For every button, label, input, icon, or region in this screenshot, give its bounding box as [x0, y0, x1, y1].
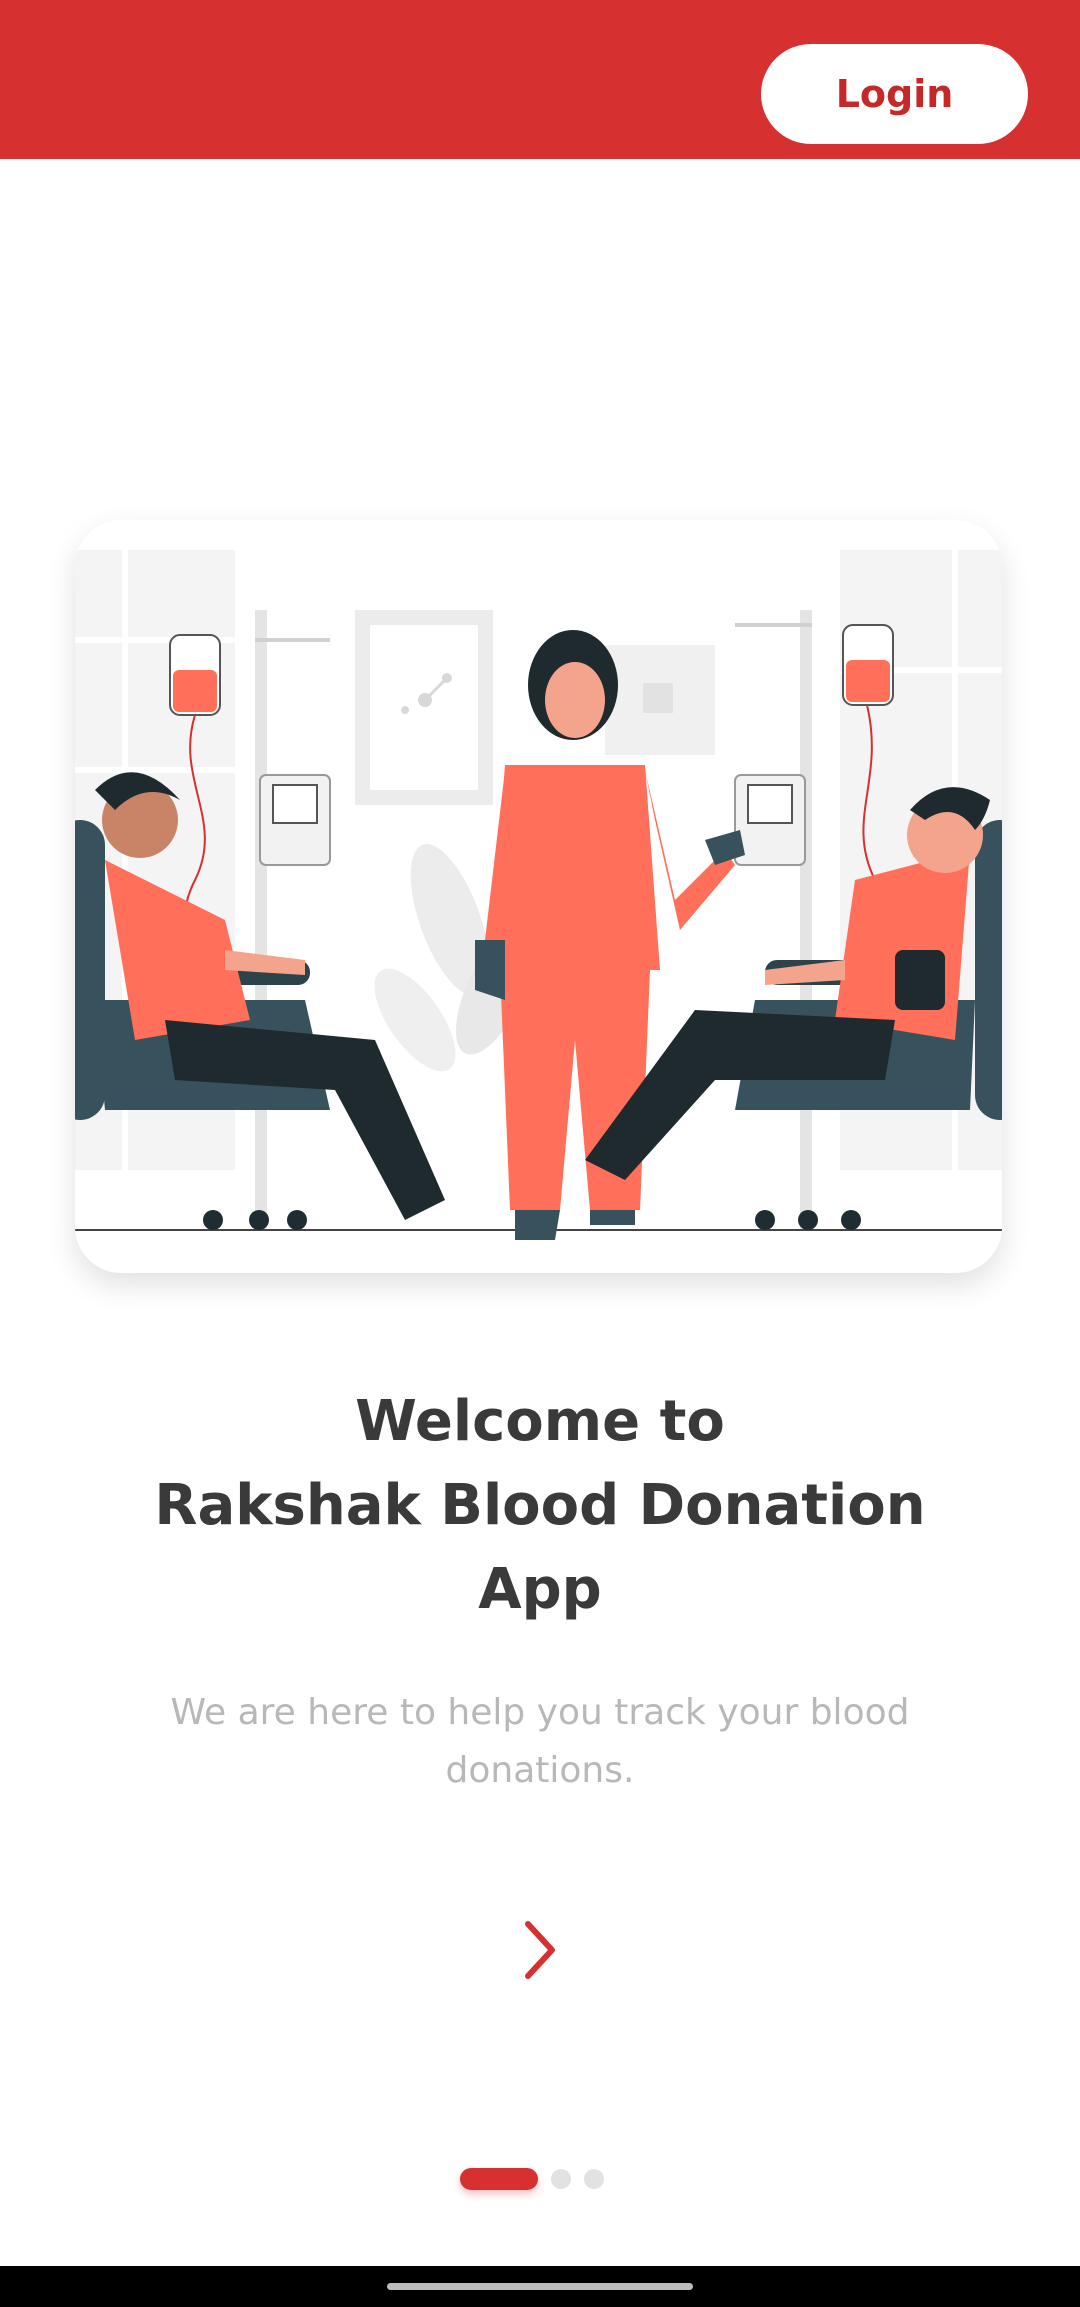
top-bar: Login [0, 0, 1080, 159]
page-dot-active [460, 2168, 538, 2190]
page-dot [584, 2169, 604, 2189]
login-button[interactable]: Login [761, 44, 1028, 144]
welcome-title-line: App [478, 1557, 602, 1622]
welcome-title-line: Welcome to [355, 1389, 725, 1454]
welcome-title: Welcome to Rakshak Blood Donation App [60, 1380, 1020, 1632]
system-navigation-bar [0, 2266, 1080, 2307]
page-indicator [460, 2168, 604, 2190]
next-button[interactable] [510, 1918, 570, 1982]
chevron-right-icon [525, 1921, 555, 1979]
welcome-title-line: Rakshak Blood Donation [154, 1473, 926, 1538]
page-dot [551, 2169, 571, 2189]
illustration-card [75, 520, 1002, 1273]
home-indicator[interactable] [387, 2283, 693, 2290]
welcome-subtitle: We are here to help you track your blood… [170, 1692, 910, 1791]
blood-donation-illustration [75, 550, 1002, 1240]
